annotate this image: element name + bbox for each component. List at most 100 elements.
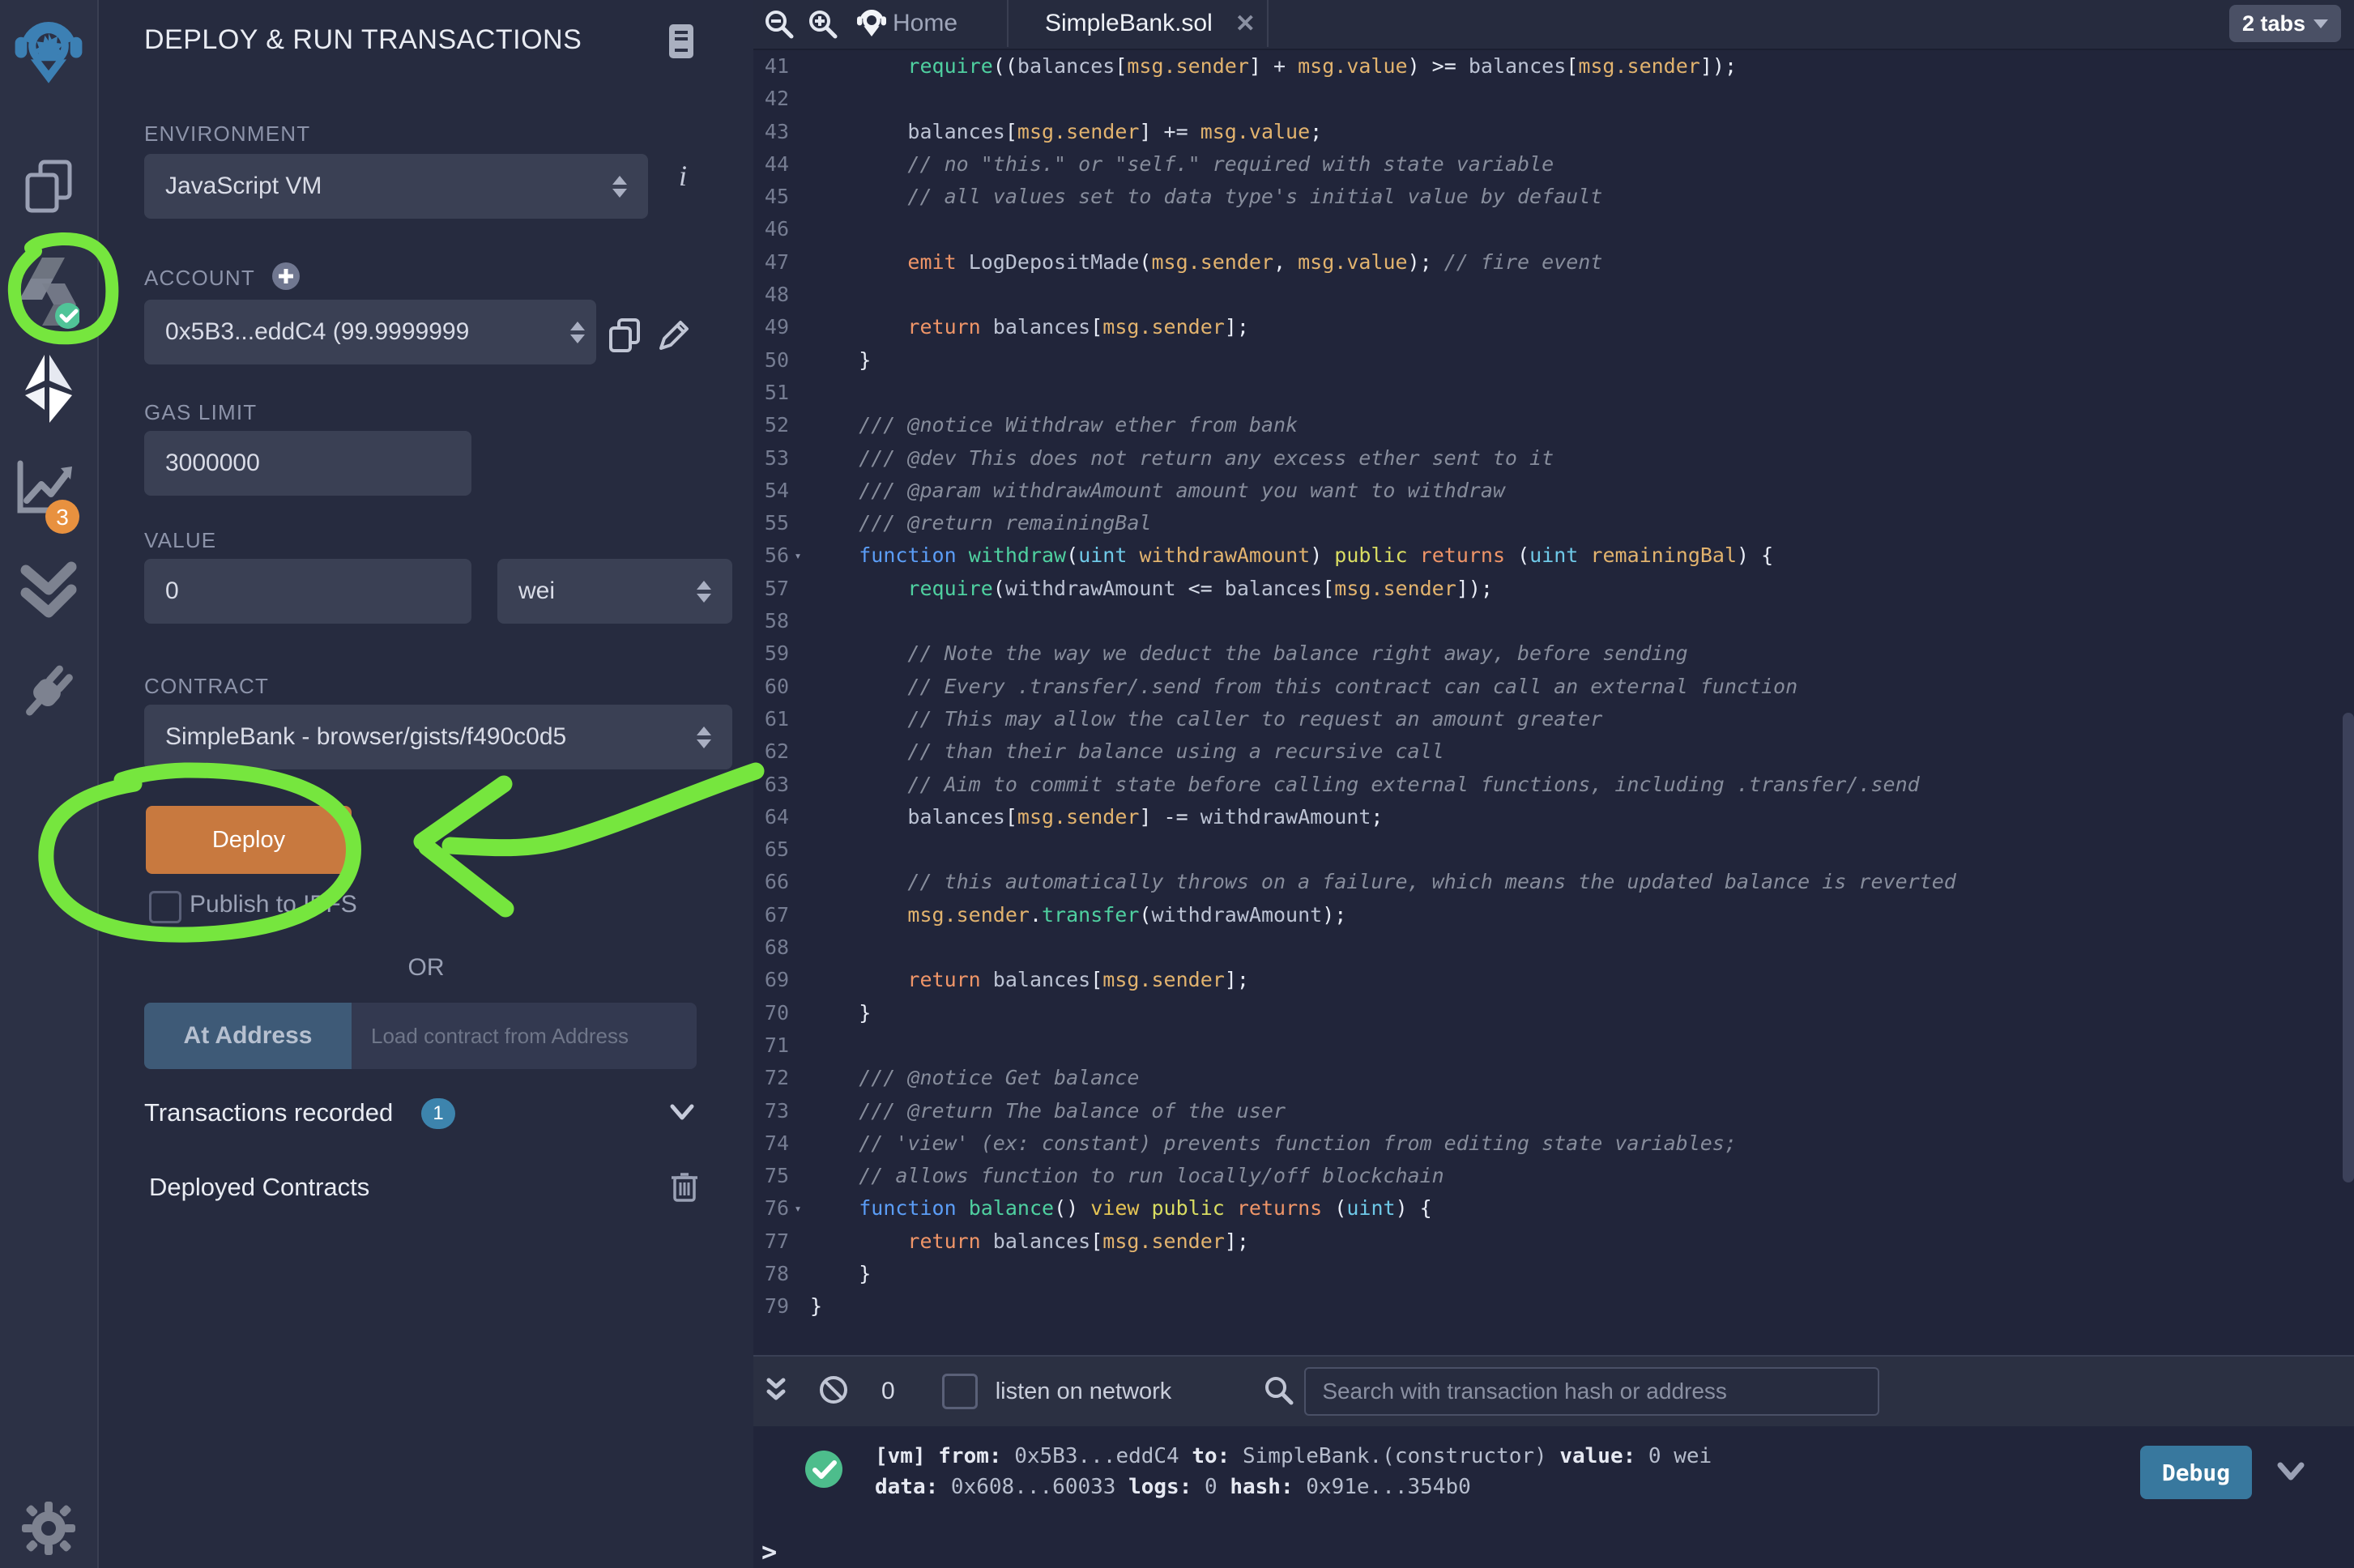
listen-network-label: listen on network [996, 1378, 1172, 1405]
code-line: 59 // Note the way we deduct the balance… [753, 637, 2354, 670]
tab-home[interactable]: Home [855, 5, 957, 46]
transactions-expand-chevron-icon[interactable] [667, 1100, 697, 1128]
tabs-count-dropdown[interactable]: 2 tabs [2229, 5, 2341, 42]
listen-network-checkbox[interactable] [942, 1374, 978, 1409]
clear-terminal-ban-icon[interactable] [818, 1374, 849, 1409]
editor-scrollbar[interactable] [2343, 713, 2354, 1182]
fold-gutter [789, 866, 807, 898]
line-number: 72 [753, 1062, 789, 1094]
tx-log-line[interactable]: [vm] from: 0x5B3...eddC4 to: SimpleBank.… [875, 1444, 1712, 1468]
fold-gutter [789, 573, 807, 605]
log-expand-chevron-icon[interactable] [2275, 1459, 2307, 1490]
code-line: 50 } [753, 344, 2354, 377]
terminal-search-input[interactable] [1304, 1367, 1879, 1416]
icon-sidebar: 3 [0, 0, 99, 1568]
fold-gutter [789, 246, 807, 279]
code-line: 70 } [753, 997, 2354, 1029]
at-address-input[interactable]: Load contract from Address [352, 1003, 697, 1069]
line-number: 52 [753, 409, 789, 441]
value-amount: 0 [165, 577, 179, 605]
code-editor[interactable]: 41 require((balances[msg.sender] + msg.v… [753, 50, 2354, 1346]
code-text: // 'view' (ex: constant) prevents functi… [807, 1127, 1737, 1160]
code-text: // This may allow the caller to request … [807, 703, 1602, 735]
line-number: 51 [753, 377, 789, 409]
fold-gutter [789, 997, 807, 1029]
line-number: 61 [753, 703, 789, 735]
code-text: } [807, 344, 871, 377]
terminal-collapse-icon[interactable] [765, 1376, 787, 1408]
fold-gutter [789, 671, 807, 703]
terminal-prompt[interactable]: > [761, 1536, 777, 1567]
value-unit-select[interactable]: wei [497, 559, 732, 624]
code-text: msg.sender.transfer(withdrawAmount); [807, 899, 1346, 931]
line-number: 42 [753, 83, 789, 115]
code-line: 44 // no "this." or "self." required wit… [753, 148, 2354, 181]
fold-gutter [789, 801, 807, 833]
tab-simplebank[interactable]: SimpleBank.sol ✕ [1008, 0, 1267, 47]
publish-ipfs-checkbox[interactable] [149, 891, 181, 923]
code-text: emit LogDepositMade(msg.sender, msg.valu… [807, 246, 1602, 279]
code-text: // than their balance using a recursive … [807, 735, 1444, 768]
line-number: 44 [753, 148, 789, 181]
tx-log-line[interactable]: data: 0x608...60033 logs: 0 hash: 0x91e.… [875, 1475, 1471, 1499]
gas-limit-input[interactable]: 3000000 [144, 431, 471, 496]
copy-account-icon[interactable] [608, 317, 642, 357]
line-number: 71 [753, 1029, 789, 1062]
line-number: 60 [753, 671, 789, 703]
code-line: 63 // Aim to commit state before calling… [753, 769, 2354, 801]
line-number: 67 [753, 899, 789, 931]
code-line: 42 [753, 83, 2354, 115]
tab-close-icon[interactable]: ✕ [1235, 10, 1256, 38]
code-text: // this automatically throws on a failur… [807, 866, 1956, 898]
deploy-and-run-icon[interactable] [0, 353, 97, 424]
solidity-compiler-icon[interactable] [0, 253, 97, 330]
at-address-button[interactable]: At Address [144, 1003, 352, 1069]
line-number: 75 [753, 1160, 789, 1192]
code-line: 58 [753, 605, 2354, 637]
code-line: 62 // than their balance using a recursi… [753, 735, 2354, 768]
code-line: 48 [753, 279, 2354, 311]
testing-icon[interactable] [0, 560, 97, 620]
code-text: // Note the way we deduct the balance ri… [807, 637, 1688, 670]
deploy-button[interactable]: Deploy [146, 806, 352, 874]
contract-label: CONTRACT [144, 674, 269, 699]
line-number: 76 [753, 1192, 789, 1225]
account-select[interactable]: 0x5B3...eddC4 (99.9999999 [144, 300, 596, 364]
analytics-icon[interactable]: 3 [0, 458, 97, 535]
fold-arrow-icon[interactable]: ▾ [789, 1192, 807, 1225]
code-line: 53 /// @dev This does not return any exc… [753, 442, 2354, 475]
code-text: function balance() view public returns (… [807, 1192, 1432, 1225]
code-line: 73 /// @return The balance of the user [753, 1095, 2354, 1127]
fold-gutter [789, 344, 807, 377]
tx-success-check-icon [804, 1449, 844, 1495]
fold-arrow-icon[interactable]: ▾ [789, 539, 807, 572]
code-text [807, 931, 810, 964]
settings-gear-icon[interactable] [0, 1500, 97, 1557]
line-number: 48 [753, 279, 789, 311]
environment-info-icon[interactable]: i [679, 159, 687, 193]
code-text: return balances[msg.sender]; [807, 311, 1249, 343]
code-line: 43 balances[msg.sender] += msg.value; [753, 116, 2354, 148]
code-text: /// @dev This does not return any excess… [807, 442, 1554, 475]
zoom-in-icon[interactable] [807, 8, 839, 45]
tab-simplebank-label: SimpleBank.sol [1045, 10, 1213, 37]
fold-gutter [789, 1258, 807, 1290]
clear-deployed-trash-icon[interactable] [671, 1170, 698, 1208]
deployed-contracts-label: Deployed Contracts [149, 1173, 369, 1202]
value-input[interactable]: 0 [144, 559, 471, 624]
zoom-out-icon[interactable] [763, 8, 795, 45]
environment-select[interactable]: JavaScript VM [144, 154, 648, 219]
file-explorer-icon[interactable] [0, 159, 97, 215]
code-text: // all values set to data type's initial… [807, 181, 1602, 213]
edit-account-icon[interactable] [656, 317, 692, 357]
debug-button[interactable]: Debug [2140, 1446, 2252, 1499]
plugin-doc-icon[interactable] [666, 23, 697, 64]
plugin-icon[interactable] [0, 658, 97, 724]
environment-value: JavaScript VM [165, 173, 322, 200]
code-text [807, 83, 810, 115]
add-account-icon[interactable] [271, 261, 301, 296]
fold-gutter [789, 507, 807, 539]
contract-select[interactable]: SimpleBank - browser/gists/f490c0d5 [144, 705, 732, 769]
code-line: 71 [753, 1029, 2354, 1062]
code-text: require(withdrawAmount <= balances[msg.s… [807, 573, 1493, 605]
